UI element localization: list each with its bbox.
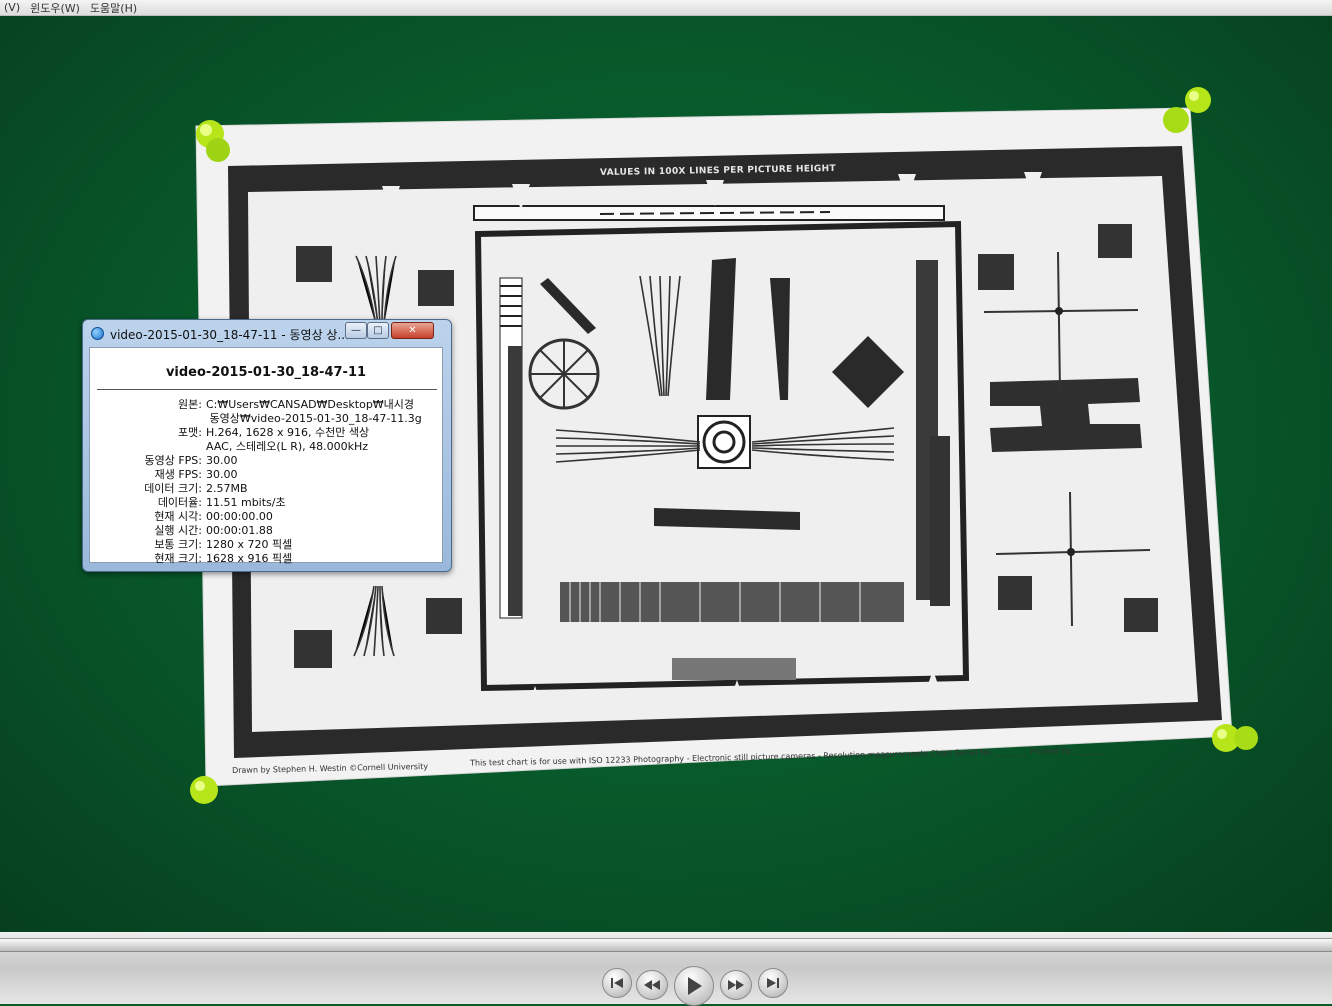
- info-value: 30.00: [206, 454, 238, 467]
- info-label: 원본:: [178, 398, 202, 411]
- menu-bar: (V) 윈도우(W) 도움말(H): [0, 0, 1332, 16]
- info-label: 현재 시각:: [154, 510, 202, 523]
- info-value: H.264, 1628 x 916, 수천만 색상 AAC, 스테레오(L R)…: [206, 426, 370, 453]
- info-label: 현재 크기:: [154, 552, 202, 565]
- file-name-heading: video-2015-01-30_18-47-11: [165, 365, 367, 380]
- minimize-button[interactable]: —: [345, 322, 367, 339]
- media-info-dialog[interactable]: video-2015-01-30_18-47-11 - 동영상 상... — □…: [82, 319, 452, 572]
- info-row-duration: 실행 시간: 00:00:01.88: [90, 524, 442, 538]
- info-value: 11.51 mbits/초: [206, 496, 286, 509]
- dialog-body: video-2015-01-30_18-47-11 원본: C:₩Users₩CA…: [89, 347, 443, 566]
- info-row-playback-fps: 재생 FPS: 30.00: [90, 468, 442, 482]
- info-value: 2.57MB: [206, 482, 248, 495]
- menu-view[interactable]: (V): [4, 1, 20, 14]
- fast-forward-button[interactable]: [720, 970, 752, 1000]
- info-row-data-rate: 데이터율: 11.51 mbits/초: [90, 496, 442, 510]
- info-row-format: 포맷: H.264, 1628 x 916, 수천만 색상 AAC, 스테레오(L…: [90, 426, 442, 454]
- go-to-start-button[interactable]: [602, 968, 632, 998]
- playback-controls: [0, 932, 1332, 1006]
- info-list: 원본: C:₩Users₩CANSAD₩Desktop₩내시경 동영상₩video…: [90, 398, 442, 566]
- rewind-icon: [644, 980, 660, 990]
- info-label: 포맷:: [178, 426, 202, 439]
- info-value: 1628 x 916 픽셀: [206, 552, 293, 565]
- menu-help[interactable]: 도움말(H): [90, 0, 137, 16]
- info-value: 00:00:00.00: [206, 510, 273, 523]
- rewind-button[interactable]: [636, 970, 668, 1000]
- info-label: 보통 크기:: [154, 538, 202, 551]
- info-label: 데이터 크기:: [144, 482, 202, 495]
- info-label: 실행 시간:: [154, 524, 202, 537]
- info-value: 00:00:01.88: [206, 524, 273, 537]
- dialog-title: video-2015-01-30_18-47-11 - 동영상 상...: [110, 328, 349, 342]
- info-value: 1280 x 720 픽셀: [206, 538, 293, 551]
- info-label: 재생 FPS:: [154, 468, 202, 481]
- menu-window[interactable]: 윈도우(W): [30, 0, 80, 16]
- skip-back-icon: [611, 978, 623, 988]
- dialog-titlebar[interactable]: video-2015-01-30_18-47-11 - 동영상 상... — □…: [83, 320, 451, 346]
- info-value: C:₩Users₩CANSAD₩Desktop₩내시경 동영상₩video-20…: [206, 398, 422, 425]
- info-row-video-fps: 동영상 FPS: 30.00: [90, 454, 442, 468]
- info-row-normal-size: 보통 크기: 1280 x 720 픽셀: [90, 538, 442, 552]
- info-row-source: 원본: C:₩Users₩CANSAD₩Desktop₩내시경 동영상₩video…: [90, 398, 442, 426]
- info-row-current-size: 현재 크기: 1628 x 916 픽셀: [90, 552, 442, 566]
- go-to-end-button[interactable]: [758, 968, 788, 998]
- play-icon: [688, 977, 702, 995]
- info-label: 동영상 FPS:: [144, 454, 202, 467]
- info-value: 30.00: [206, 468, 238, 481]
- info-row-current-time: 현재 시각: 00:00:00.00: [90, 510, 442, 524]
- divider: [97, 389, 437, 390]
- fast-forward-icon: [728, 980, 744, 990]
- info-label: 데이터율:: [157, 496, 202, 509]
- skip-forward-icon: [767, 978, 779, 988]
- maximize-button[interactable]: □: [367, 322, 389, 339]
- app-logo-icon: [91, 327, 104, 340]
- seek-bar[interactable]: [0, 938, 1332, 952]
- play-button[interactable]: [674, 966, 714, 1006]
- close-button[interactable]: ✕: [391, 322, 434, 339]
- info-row-data-size: 데이터 크기: 2.57MB: [90, 482, 442, 496]
